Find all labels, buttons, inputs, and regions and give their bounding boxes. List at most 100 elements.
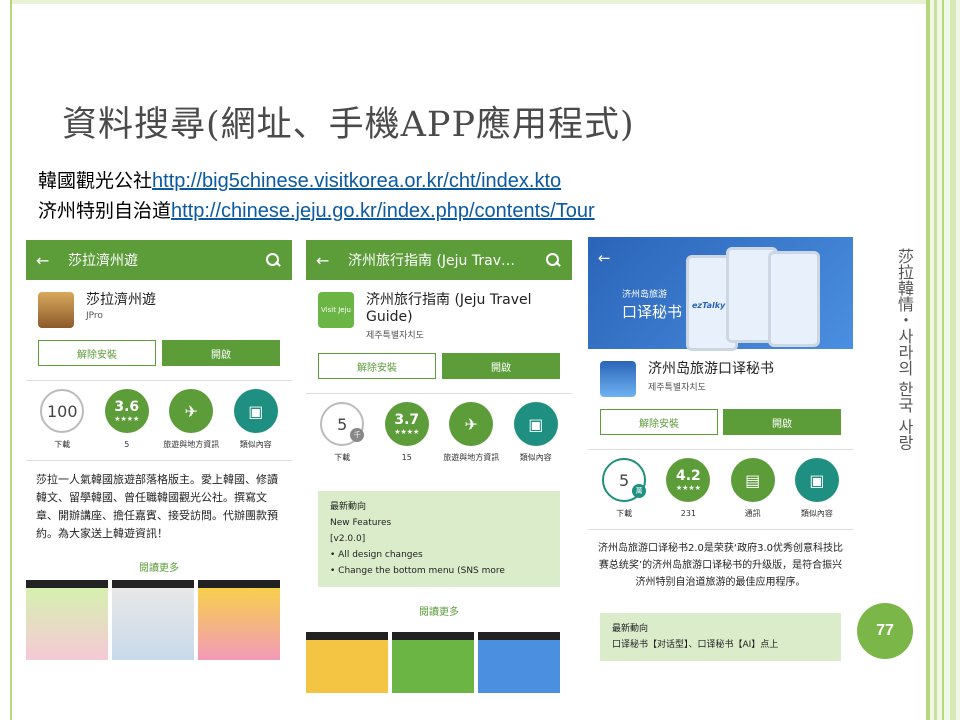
category-stat[interactable]: ✈ 旅遊與地方資訊 — [440, 402, 502, 463]
whats-new-box: 最新動向 New Features [v2.0.0] • All design … — [318, 491, 560, 587]
rating-value: 4.2 — [675, 468, 701, 484]
rating-count: 231 — [680, 509, 697, 518]
screenshots-strip — [306, 632, 572, 693]
action-buttons: 解除安裝 開啟 — [588, 409, 853, 435]
open-button[interactable]: 開啟 — [162, 340, 280, 366]
similar-label: 類似內容 — [800, 509, 833, 518]
source-link[interactable]: http://chinese.jeju.go.kr/index.php/cont… — [171, 200, 595, 222]
app-developer: 제주특별자치도 — [366, 331, 424, 341]
downloads-badge: 5千 — [320, 402, 365, 446]
similar-label: 類似內容 — [239, 440, 272, 449]
screenshot-thumb[interactable] — [198, 580, 280, 660]
app-description: 济州岛旅游口译秘书2.0是荣获‘政府3.0优秀创意科技比赛总统奖’的济州岛旅游口… — [588, 529, 853, 601]
category-label: 旅遊與地方資訊 — [163, 440, 220, 449]
app-developer: JPro — [86, 311, 103, 321]
read-more-link[interactable]: 閱讀更多 — [306, 597, 572, 624]
app-header: 济州岛旅游口译秘书 제주특별자치도 — [588, 349, 853, 403]
source-label: 韓國觀光公社 — [38, 170, 153, 192]
side-caption: 莎拉韓情・사라의 한국 사랑 — [895, 248, 914, 451]
search-icon[interactable] — [264, 251, 282, 269]
stats-row: 5萬 下載 4.2 ★★★★ 231 ▤ 通訊 ▣ 類似內容 — [588, 449, 853, 519]
rating-count: 5 — [124, 440, 130, 449]
search-icon[interactable] — [823, 249, 841, 267]
rating-stat: 4.2 ★★★★ 231 — [657, 458, 719, 519]
app-icon — [600, 361, 636, 397]
similar-apps-icon: ▣ — [794, 458, 839, 502]
similar-stat[interactable]: ▣ 類似內容 — [225, 389, 287, 450]
app-bar-title: 莎拉濟州遊 — [68, 253, 138, 269]
feature-banner: ← 济州岛旅游 口译秘书 ezTalky — [588, 237, 853, 351]
app-header: Visit Jeju 济州旅行指南 (Jeju Travel Guide) 제주… — [306, 280, 572, 347]
rating-badge: 4.2 ★★★★ — [666, 458, 711, 502]
downloads-stat: 100 下載 — [31, 389, 93, 450]
rating-stat: 3.6 ★★★★ 5 — [96, 389, 158, 450]
app-screenshot-2: ← 济州旅行指南 (Jeju Trav… Visit Jeju 济州旅行指南 (… — [306, 240, 572, 693]
frame-left-border — [0, 0, 12, 720]
uninstall-button[interactable]: 解除安裝 — [318, 353, 436, 379]
downloads-value: 5 — [619, 470, 630, 490]
stars-icon: ★★★★ — [394, 428, 420, 436]
app-info: 莎拉濟州遊 JPro — [74, 292, 156, 321]
back-arrow-icon[interactable]: ← — [36, 251, 56, 270]
app-bar: ← 济州旅行指南 (Jeju Trav… — [306, 240, 572, 280]
back-arrow-icon[interactable]: ← — [598, 249, 611, 267]
downloads-label: 下載 — [334, 453, 351, 462]
chat-bubble-icon: ▤ — [730, 458, 775, 502]
open-button[interactable]: 開啟 — [442, 353, 560, 379]
stars-icon: ★★★★ — [114, 415, 140, 423]
rating-value: 3.7 — [394, 412, 420, 428]
rating-badge: 3.7 ★★★★ — [384, 402, 429, 446]
app-header: 莎拉濟州遊 JPro — [26, 280, 292, 334]
source-label: 济州特别自治道 — [38, 200, 172, 222]
screenshot-thumb[interactable] — [392, 632, 474, 693]
stars-icon: ★★★★ — [675, 484, 701, 492]
rating-stat: 3.7 ★★★★ 15 — [376, 402, 438, 463]
stats-row: 5千 下載 3.7 ★★★★ 15 ✈ 旅遊與地方資訊 ▣ 類似內容 — [306, 393, 572, 463]
app-bar: ← 莎拉濟州遊 — [26, 240, 292, 280]
downloads-badge: 100 — [40, 389, 85, 433]
similar-stat[interactable]: ▣ 類似內容 — [505, 402, 567, 463]
category-stat[interactable]: ▤ 通訊 — [722, 458, 784, 519]
screenshot-thumb[interactable] — [112, 580, 194, 660]
app-description: 莎拉一人氣韓國旅遊部落格版主。愛上韓國、修讀韓文、留學韓國、曾任職韓國觀光公社。… — [26, 460, 292, 553]
screenshot-thumb[interactable] — [26, 580, 108, 660]
screenshot-thumb[interactable] — [478, 632, 560, 693]
read-more-link[interactable]: 閱讀更多 — [26, 553, 292, 580]
downloads-badge: 5萬 — [602, 458, 647, 502]
source-line-1: 韓國觀光公社http://big5chinese.visitkorea.or.k… — [38, 166, 561, 193]
open-button[interactable]: 開啟 — [723, 409, 841, 435]
whats-new-title: 最新動向 — [612, 624, 649, 634]
uninstall-button[interactable]: 解除安裝 — [600, 409, 718, 435]
uninstall-button[interactable]: 解除安裝 — [38, 340, 156, 366]
action-buttons: 解除安裝 開啟 — [26, 340, 292, 366]
category-label: 通訊 — [744, 509, 761, 518]
slide: 資料搜尋(網址、手機APP應用程式) 韓國觀光公社http://big5chin… — [0, 0, 960, 720]
app-name: 莎拉濟州遊 — [86, 292, 156, 308]
back-arrow-icon[interactable]: ← — [316, 251, 336, 270]
frame-top-border — [0, 0, 960, 4]
app-info: 济州岛旅游口译秘书 제주특별자치도 — [636, 361, 774, 393]
downloads-label: 下載 — [616, 509, 633, 518]
app-developer: 제주특별자치도 — [648, 383, 706, 393]
downloads-stat: 5萬 下載 — [593, 458, 655, 519]
similar-label: 類似內容 — [519, 453, 552, 462]
category-stat[interactable]: ✈ 旅遊與地方資訊 — [160, 389, 222, 450]
source-link[interactable]: http://big5chinese.visitkorea.or.kr/cht/… — [152, 170, 561, 192]
stats-row: 100 下載 3.6 ★★★★ 5 ✈ 旅遊與地方資訊 ▣ 類似內容 — [26, 380, 292, 450]
banner-logo: ezTalky — [692, 301, 726, 310]
whats-new-line: • All design changes — [330, 550, 423, 560]
whats-new-line: New Features — [330, 518, 392, 528]
similar-stat[interactable]: ▣ 類似內容 — [786, 458, 848, 519]
downloads-value: 5 — [337, 414, 348, 434]
similar-apps-icon: ▣ — [233, 389, 278, 433]
downloads-label: 下載 — [54, 440, 71, 449]
downloads-stat: 5千 下載 — [311, 402, 373, 463]
rating-badge: 3.6 ★★★★ — [104, 389, 149, 433]
whats-new-box: 最新動向 口译秘书【对话型】、口译秘书【AI】点上 — [600, 613, 841, 661]
screenshot-thumb[interactable] — [306, 632, 388, 693]
app-screenshot-1: ← 莎拉濟州遊 莎拉濟州遊 JPro 解除安裝 開啟 100 下載 3.6 ★★★… — [26, 240, 292, 693]
search-icon[interactable] — [544, 251, 562, 269]
banner-subtitle: 口译秘书 — [622, 303, 683, 321]
similar-apps-icon: ▣ — [513, 402, 558, 446]
whats-new-title: 最新動向 — [330, 502, 367, 512]
